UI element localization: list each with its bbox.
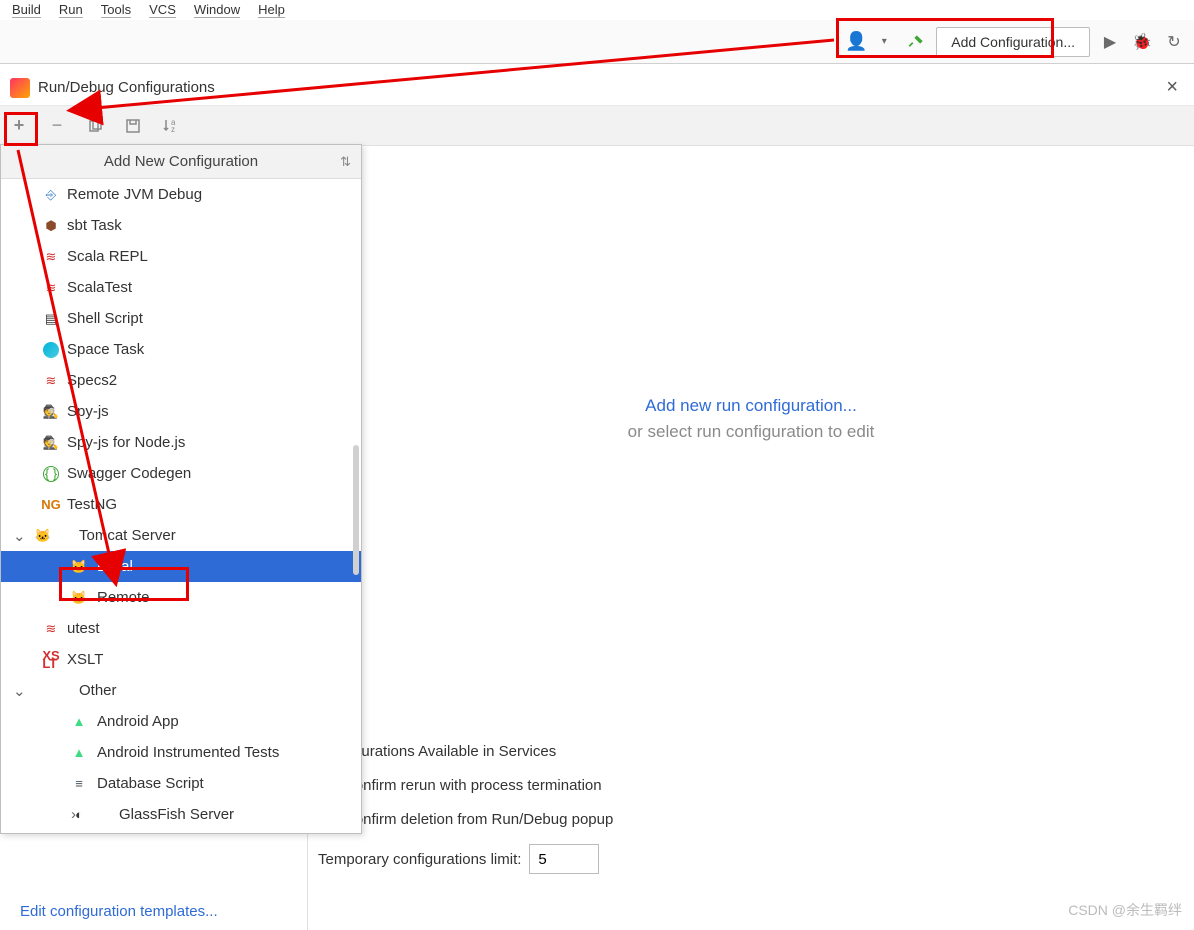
config-type-label: Tomcat Server	[35, 527, 176, 544]
debug-bug-icon[interactable]: 🐞	[1130, 30, 1154, 54]
intellij-icon	[10, 78, 30, 98]
config-type-space-task[interactable]: Space Task	[1, 334, 361, 365]
config-type-label: Android App	[71, 713, 179, 730]
remove-button[interactable]: −	[46, 115, 68, 137]
config-type-scalatest[interactable]: ≋ScalaTest	[1, 272, 361, 303]
add-button[interactable]: +	[8, 115, 30, 137]
popup-list[interactable]: ⎆Remote JVM Debug⬢sbt Task≋Scala REPL≋Sc…	[1, 179, 361, 833]
popup-header: Add New Configuration ⇅	[1, 145, 361, 179]
config-type-tomcat-server[interactable]: ⌄🐱Tomcat Server	[1, 520, 361, 551]
chevron-down-icon: ⌄	[13, 682, 27, 700]
select-run-config-hint: or select run configuration to edit	[628, 422, 875, 442]
config-type-label: Swagger Codegen	[43, 465, 191, 482]
config-type-database-script[interactable]: ≡Database Script	[1, 768, 361, 799]
popup-title: Add New Configuration	[104, 153, 258, 170]
config-type-spy-js[interactable]: 🕵Spy-js	[1, 396, 361, 427]
config-type-label: Database Script	[71, 775, 204, 792]
rerun-icon[interactable]: ↻	[1162, 30, 1186, 54]
add-new-run-config-link[interactable]: Add new run configuration...	[628, 396, 875, 416]
menu-tools[interactable]: Tools	[101, 2, 131, 18]
config-editor-panel: Add new run configuration... or select r…	[308, 146, 1194, 930]
dialog-title: Run/Debug Configurations	[38, 79, 215, 96]
chevron-down-icon: ⌄	[13, 527, 27, 545]
confirm-rerun-label: Confirm rerun with process termination	[344, 777, 602, 794]
config-type-label: Remote JVM Debug	[43, 186, 202, 203]
run-play-icon[interactable]: ▶	[1098, 30, 1122, 54]
filter-icon[interactable]: ⇅	[340, 154, 351, 170]
configs-available-label: Configurations Available in Services	[318, 743, 1174, 760]
config-type-scala-repl[interactable]: ≋Scala REPL	[1, 241, 361, 272]
user-icon[interactable]: 👤	[844, 30, 868, 54]
add-configuration-button[interactable]: Add Configuration...	[936, 27, 1090, 57]
config-type-xslt[interactable]: XSLTXSLT	[1, 644, 361, 675]
config-type-android-instrumented-tests[interactable]: ▲Android Instrumented Tests	[1, 737, 361, 768]
dialog-toolbar: + − az	[0, 106, 1194, 146]
user-dropdown-icon[interactable]: ▾	[872, 30, 896, 54]
config-type-remote[interactable]: 🐱Remote	[1, 582, 361, 613]
menu-window[interactable]: Window	[194, 2, 240, 18]
config-type-swagger-codegen[interactable]: { }Swagger Codegen	[1, 458, 361, 489]
edit-templates-link[interactable]: Edit configuration templates...	[20, 903, 218, 920]
add-new-config-popup: Add New Configuration ⇅ ⎆Remote JVM Debu…	[0, 144, 362, 834]
config-type-remote-jvm-debug[interactable]: ⎆Remote JVM Debug	[1, 179, 361, 210]
config-type-sbt-task[interactable]: ⬢sbt Task	[1, 210, 361, 241]
save-button[interactable]	[122, 115, 144, 137]
build-hammer-icon[interactable]	[904, 30, 928, 54]
watermark: CSDN @余生羁绊	[1068, 900, 1182, 920]
temp-limit-input[interactable]	[529, 844, 599, 874]
main-menu-bar: Build Run Tools VCS Window Help	[0, 0, 1194, 20]
config-type-label: Android Instrumented Tests	[71, 744, 279, 761]
config-type-local[interactable]: 🐱Local	[1, 551, 361, 582]
config-type-glassfish-server[interactable]: ›◐GlassFish Server	[1, 799, 361, 830]
config-type-utest[interactable]: ≋utest	[1, 613, 361, 644]
svg-text:z: z	[171, 125, 175, 134]
popup-scrollbar[interactable]	[353, 445, 359, 575]
config-type-other[interactable]: ⌄ Other	[1, 675, 361, 706]
close-icon[interactable]: ×	[1160, 76, 1184, 99]
config-type-testng[interactable]: NGTestNG	[1, 489, 361, 520]
config-type-label: Spy-js for Node.js	[43, 434, 185, 451]
sort-button[interactable]: az	[160, 115, 182, 137]
config-type-spy-js-for-node-js[interactable]: 🕵Spy-js for Node.js	[1, 427, 361, 458]
menu-run[interactable]: Run	[59, 2, 83, 18]
temp-limit-label: Temporary configurations limit:	[318, 851, 521, 868]
config-type-label: Other	[35, 682, 117, 699]
copy-button[interactable]	[84, 115, 106, 137]
confirm-delete-label: Confirm deletion from Run/Debug popup	[344, 811, 613, 828]
config-type-label: GlassFish Server	[93, 806, 234, 823]
menu-vcs[interactable]: VCS	[149, 2, 176, 18]
dialog-header: Run/Debug Configurations ×	[0, 70, 1194, 106]
main-toolbar: 👤 ▾ Add Configuration... ▶ 🐞 ↻	[0, 20, 1194, 64]
config-type-shell-script[interactable]: ▤Shell Script	[1, 303, 361, 334]
menu-build[interactable]: Build	[12, 2, 41, 18]
menu-help[interactable]: Help	[258, 2, 285, 18]
config-type-specs2[interactable]: ≋Specs2	[1, 365, 361, 396]
config-type-android-app[interactable]: ▲Android App	[1, 706, 361, 737]
